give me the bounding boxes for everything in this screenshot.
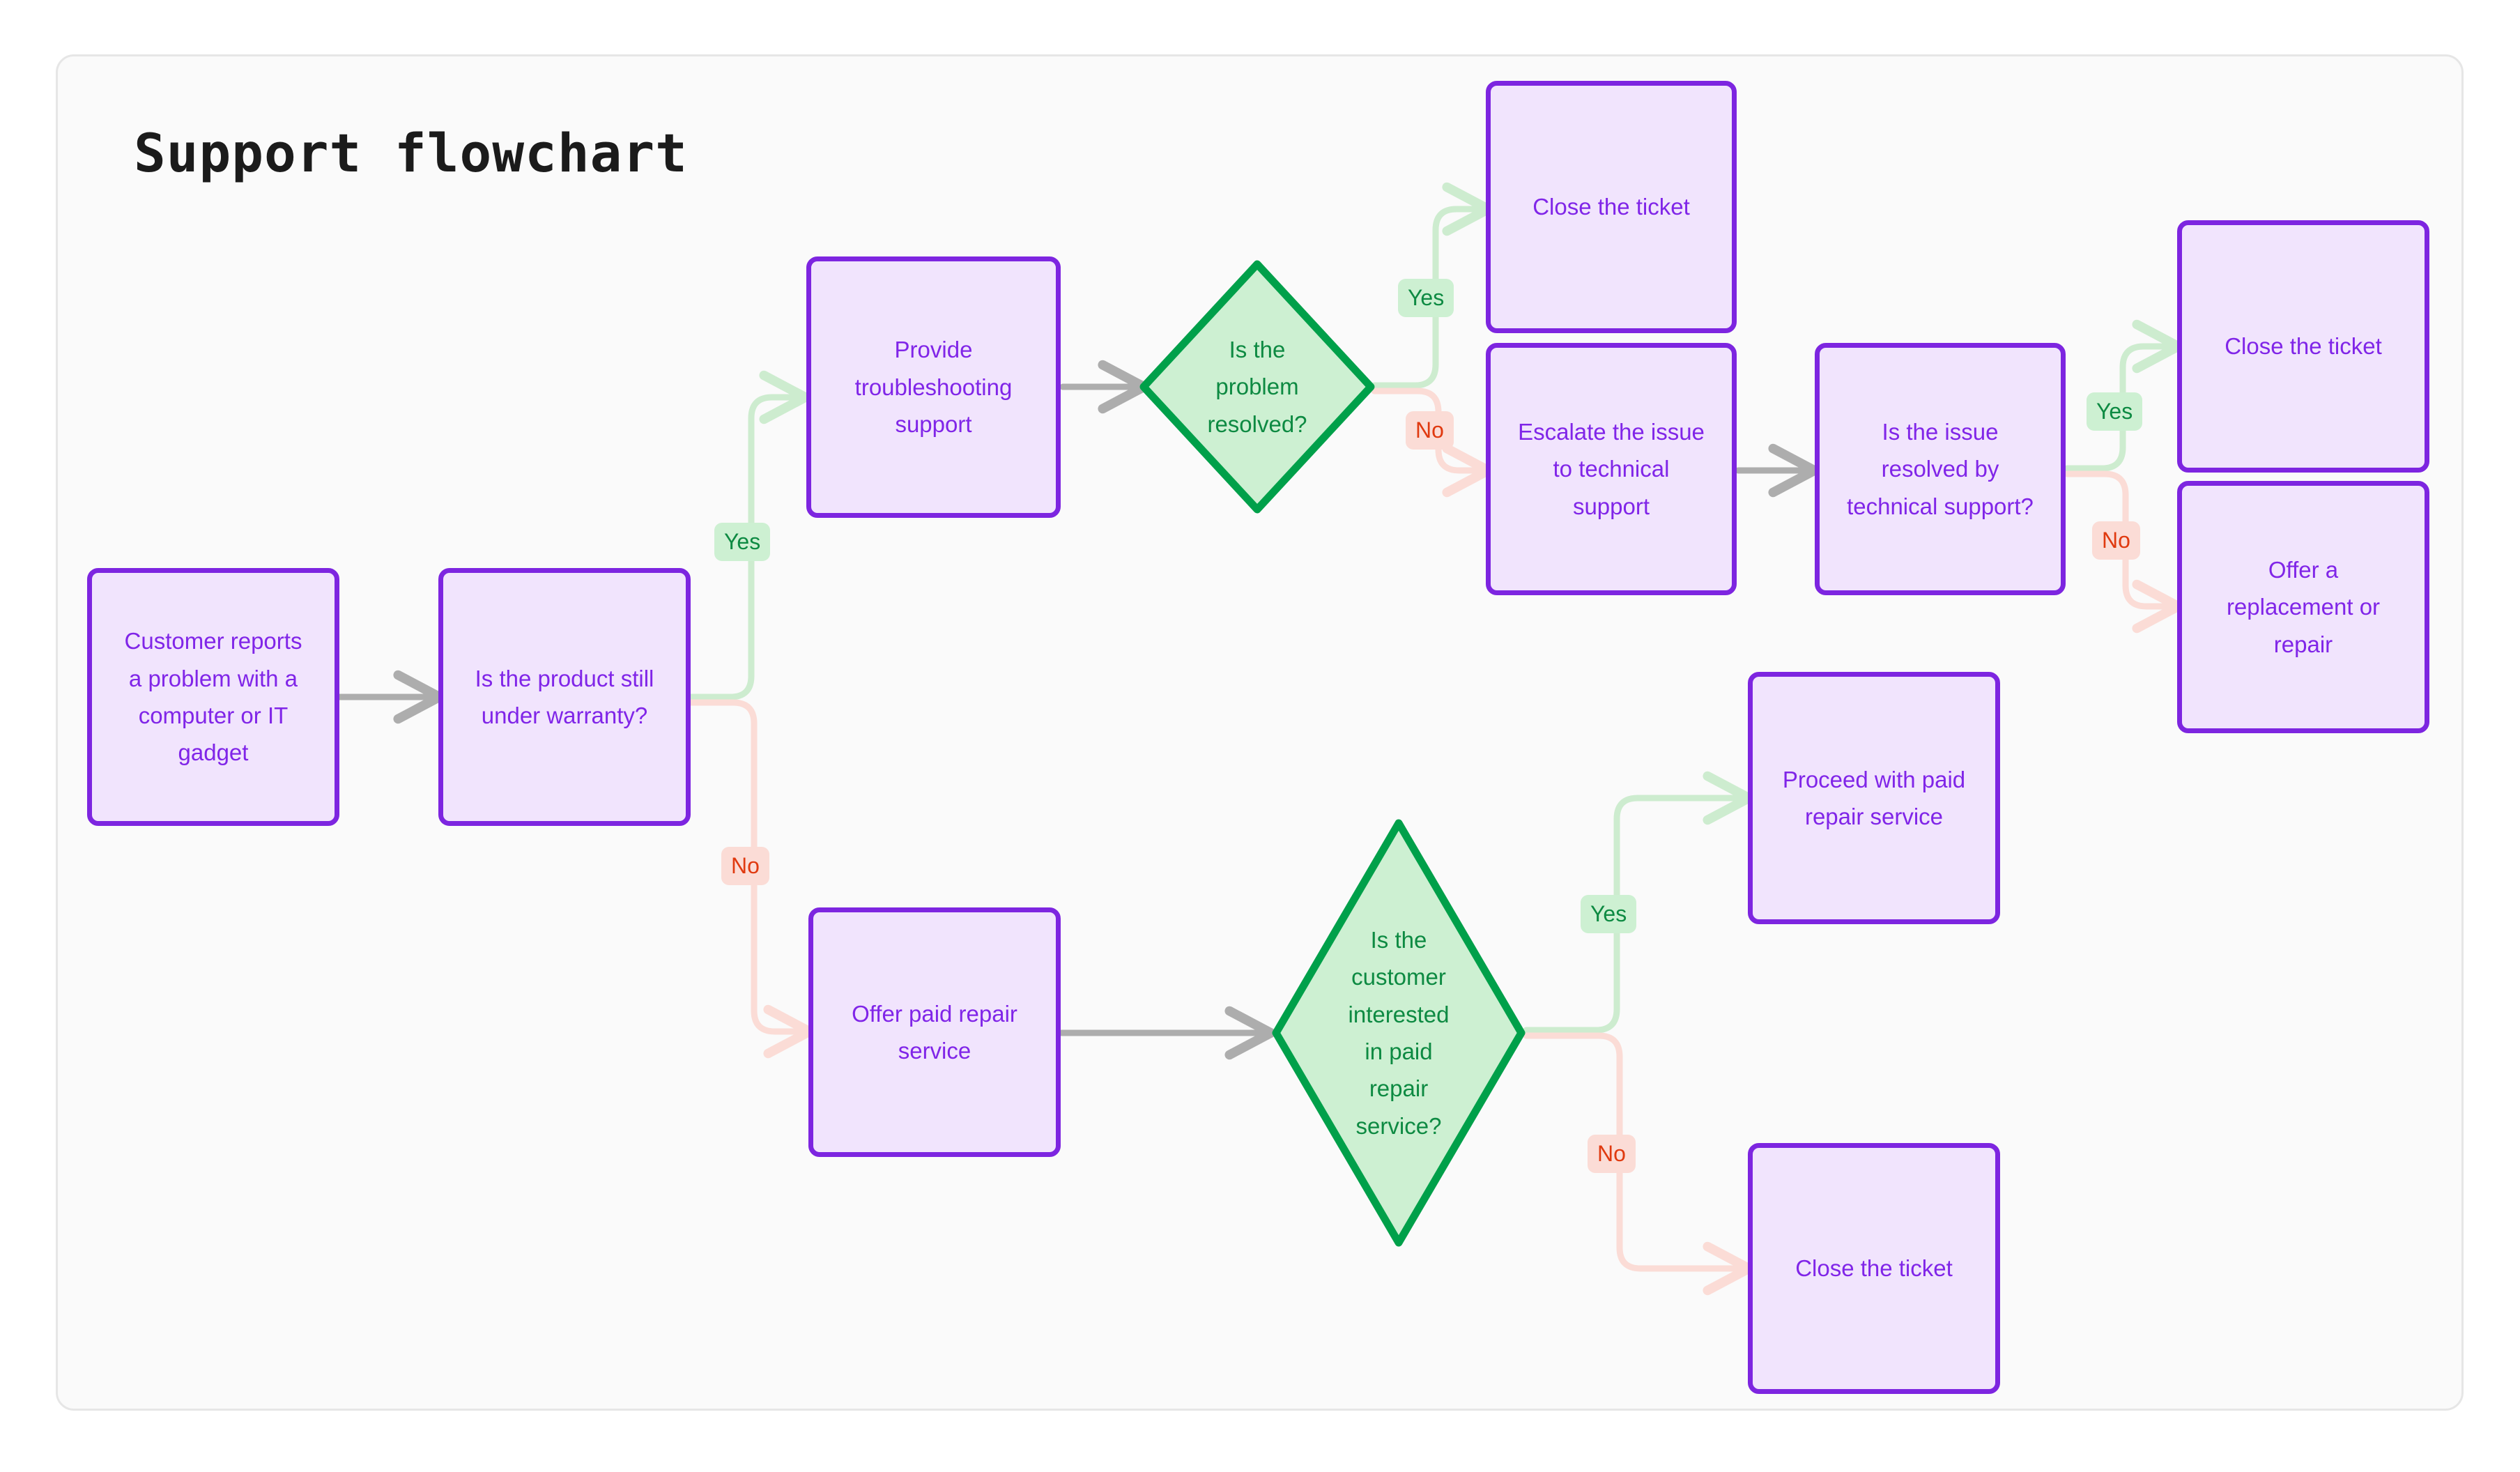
edge-label-paid-no: No: [1588, 1135, 1636, 1173]
node-interested-paid-repair[interactable]: Is the customer interested in paid repai…: [1270, 817, 1528, 1249]
node-problem-resolved[interactable]: Is the problem resolved?: [1137, 258, 1377, 516]
edge-label-warranty-yes: Yes: [714, 523, 771, 561]
node-close-ticket-right[interactable]: Close the ticket: [2177, 220, 2429, 473]
edge-label-tech-yes: Yes: [2087, 392, 2143, 431]
node-label: Offer paid repair service: [852, 1000, 1017, 1064]
page-title: Support flowchart: [134, 122, 688, 184]
node-troubleshoot[interactable]: Provide troubleshooting support: [806, 256, 1061, 518]
node-escalate[interactable]: Escalate the issue to technical support: [1486, 343, 1737, 595]
node-close-ticket-bottom[interactable]: Close the ticket: [1748, 1143, 2000, 1394]
node-label: Close the ticket: [2225, 333, 2382, 360]
edge-label-problem-yes: Yes: [1398, 279, 1454, 317]
node-warranty[interactable]: Is the product still under warranty?: [438, 568, 691, 826]
node-replacement-repair[interactable]: Offer a replacement or repair: [2177, 481, 2429, 733]
edge-label-text: Yes: [1408, 285, 1445, 310]
edge-label-text: No: [1597, 1141, 1626, 1166]
node-label: Provide troubleshooting support: [854, 337, 1013, 438]
edge-label-text: No: [1415, 417, 1444, 443]
node-label: Is the customer interested in paid repai…: [1348, 926, 1450, 1139]
edge-label-text: No: [2102, 528, 2130, 553]
node-proceed-paid-repair[interactable]: Proceed with paid repair service: [1748, 672, 2000, 924]
edge-label-tech-no: No: [2092, 521, 2140, 560]
edge-label-warranty-no: No: [721, 847, 769, 885]
node-label: Close the ticket: [1795, 1255, 1953, 1282]
edge-label-text: Yes: [1590, 901, 1627, 926]
edge-label-text: No: [731, 853, 760, 878]
edge-label-text: Yes: [2096, 399, 2133, 424]
flowchart-canvas: Support flowchart Customer reports a pro…: [0, 0, 2520, 1472]
node-label: Proceed with paid repair service: [1782, 766, 1966, 829]
node-label: Is the problem resolved?: [1207, 336, 1307, 437]
node-close-ticket-top[interactable]: Close the ticket: [1486, 81, 1737, 333]
node-label: Is the issue resolved by technical suppo…: [1847, 418, 2034, 519]
node-label: Customer reports a problem with a comput…: [124, 628, 302, 766]
node-label: Is the product still under warranty?: [475, 665, 654, 728]
node-start[interactable]: Customer reports a problem with a comput…: [87, 568, 339, 826]
node-tech-resolved[interactable]: Is the issue resolved by technical suppo…: [1815, 343, 2066, 595]
node-label: Close the ticket: [1532, 194, 1690, 220]
node-label: Offer a replacement or repair: [2226, 556, 2381, 657]
edge-label-text: Yes: [724, 529, 761, 554]
node-label: Escalate the issue to technical support: [1518, 418, 1705, 519]
node-offer-paid-repair[interactable]: Offer paid repair service: [808, 907, 1061, 1157]
edge-label-paid-yes: Yes: [1581, 895, 1637, 933]
edge-label-problem-no: No: [1406, 411, 1454, 450]
